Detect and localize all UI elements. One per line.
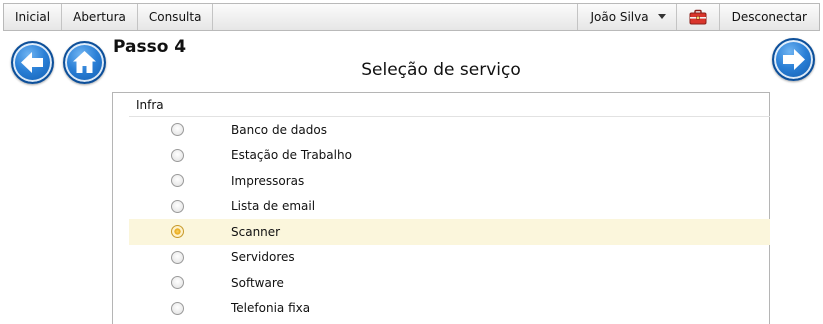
service-list: Banco de dados Estação de Trabalho Impress… xyxy=(129,116,770,321)
service-option[interactable]: Telefonia fixa xyxy=(129,296,770,322)
toolbox-button[interactable] xyxy=(677,4,720,30)
service-option[interactable]: Software xyxy=(129,270,770,296)
service-radio[interactable] xyxy=(171,148,184,162)
top-toolbar: Inicial Abertura Consulta João Silva Des… xyxy=(3,3,820,31)
service-option[interactable]: Scanner xyxy=(129,219,770,245)
service-option-label: Impressoras xyxy=(231,173,305,188)
service-option[interactable]: Servidores xyxy=(129,245,770,271)
service-option-label: Telefonia fixa xyxy=(231,301,311,316)
service-radio[interactable] xyxy=(171,199,184,213)
service-radio[interactable] xyxy=(171,123,184,137)
service-option-label: Servidores xyxy=(231,250,295,265)
service-option-label: Estação de Trabalho xyxy=(231,148,352,163)
service-group-label: Infra xyxy=(136,98,164,112)
user-name: João Silva xyxy=(590,10,649,24)
service-option[interactable]: Estação de Trabalho xyxy=(129,143,770,169)
chevron-down-icon xyxy=(657,13,666,19)
service-option-label: Software xyxy=(231,275,284,290)
menu-abertura[interactable]: Abertura xyxy=(62,4,138,30)
service-radio[interactable] xyxy=(171,174,184,188)
menu-inicial[interactable]: Inicial xyxy=(4,4,63,30)
service-radio[interactable] xyxy=(171,225,184,239)
service-option-label: Lista de email xyxy=(231,199,316,214)
page-title: Seleção de serviço xyxy=(361,60,521,80)
menu-consulta[interactable]: Consulta xyxy=(138,4,214,30)
service-option-label: Scanner xyxy=(231,224,281,239)
step-title: Passo 4 xyxy=(113,37,187,57)
service-option[interactable]: Impressoras xyxy=(129,168,770,194)
user-menu[interactable]: João Silva xyxy=(578,4,677,30)
service-panel: Infra Banco de dados Estação de Trabalho I… xyxy=(112,92,770,324)
logout-button[interactable]: Desconectar xyxy=(720,4,819,30)
service-option[interactable]: Lista de email xyxy=(129,194,770,220)
service-option-label: Banco de dados xyxy=(231,122,327,137)
service-radio[interactable] xyxy=(171,276,184,290)
toolbox-icon xyxy=(689,9,707,25)
service-radio[interactable] xyxy=(171,301,184,315)
toolbar-spacer xyxy=(213,4,579,30)
service-radio[interactable] xyxy=(171,250,184,264)
service-option[interactable]: Banco de dados xyxy=(129,117,770,143)
